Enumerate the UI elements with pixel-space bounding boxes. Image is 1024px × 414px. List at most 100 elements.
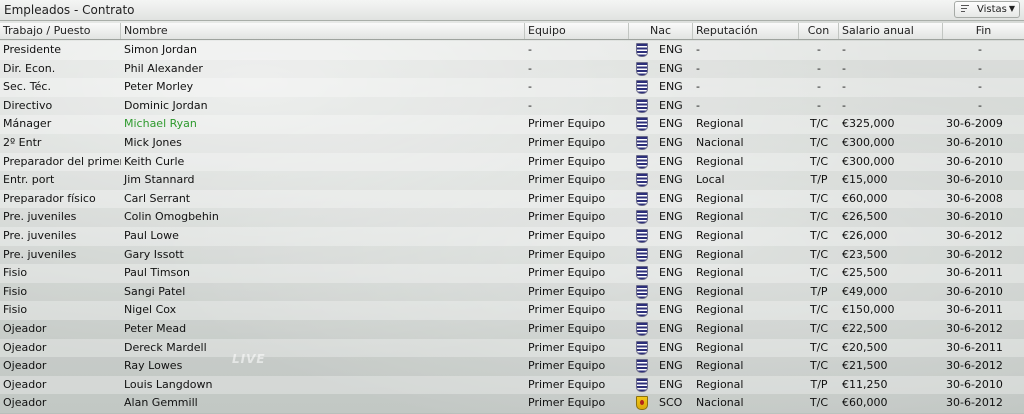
name-cell[interactable]: Simon Jordan bbox=[121, 41, 525, 60]
salary-cell: €25,500 bbox=[842, 266, 888, 280]
contract-end-cell: 30-6-2010 bbox=[946, 173, 1003, 187]
table-row[interactable]: 2º Entr Mick Jones Primer Equipo ENG Naciona… bbox=[0, 133, 1024, 153]
table-row[interactable]: Pre. juveniles Colin Omogbehin Primer Equi… bbox=[0, 208, 1024, 227]
table-row[interactable]: Ojeador Peter Mead Primer Equipo ENG Regiona… bbox=[0, 319, 1024, 339]
name-cell[interactable]: Louis Langdown bbox=[121, 376, 525, 395]
table-row[interactable]: Presidente Simon Jordan - ENG - - - - bbox=[0, 41, 1024, 60]
column-header-role[interactable]: Trabajo / Puesto bbox=[0, 23, 121, 39]
reputation-cell: Regional bbox=[696, 247, 744, 261]
team-cell: Primer Equipo bbox=[528, 284, 606, 298]
salary-cell: €300,000 bbox=[842, 135, 895, 149]
table-row[interactable]: Dir. Econ. Phil Alexander - ENG - - - - bbox=[0, 59, 1024, 79]
nationality-cell: ENG bbox=[659, 247, 683, 261]
team-cell: Primer Equipo bbox=[528, 266, 606, 280]
reputation-cell: - bbox=[696, 43, 700, 56]
contract-type-cell: T/P bbox=[810, 377, 828, 391]
table-row[interactable]: Fisio Paul Timson Primer Equipo ENG Regional… bbox=[0, 264, 1024, 283]
table-row[interactable]: Mánager Michael Ryan Primer Equipo ENG Regio… bbox=[0, 115, 1024, 134]
table-row[interactable]: Preparador físico Carl Serrant Primer Equi… bbox=[0, 189, 1024, 209]
contract-end-cell: 30-6-2011 bbox=[946, 303, 1003, 317]
nationality-cell: ENG bbox=[659, 98, 683, 112]
role-cell: Mánager bbox=[3, 117, 52, 131]
column-header-reputation[interactable]: Reputación bbox=[693, 23, 799, 39]
name-cell[interactable]: Nigel Cox bbox=[121, 301, 525, 320]
column-header-end[interactable]: Fin bbox=[943, 23, 1024, 39]
name-cell[interactable]: Phil Alexander bbox=[121, 60, 525, 79]
flag-cell bbox=[629, 357, 656, 376]
name-cell[interactable]: Michael Ryan bbox=[121, 115, 525, 134]
column-header-nationality[interactable]: Nac bbox=[629, 23, 693, 39]
contract-type-cell: T/C bbox=[809, 228, 829, 242]
name-cell[interactable]: Carl Serrant bbox=[121, 190, 525, 209]
salary-cell: €325,000 bbox=[842, 117, 895, 131]
reputation-cell: Regional bbox=[696, 266, 744, 280]
table-row[interactable]: Ojeador Alan Gemmill Primer Equipo SCO Nacio… bbox=[0, 394, 1024, 413]
name-cell[interactable]: Jim Stannard bbox=[121, 171, 525, 190]
table-row[interactable]: Fisio Sangi Patel Primer Equipo ENG Regional… bbox=[0, 282, 1024, 302]
name-cell[interactable]: Dominic Jordan bbox=[121, 97, 525, 116]
team-cell: - bbox=[528, 43, 532, 56]
column-header-salary[interactable]: Salario anual bbox=[839, 23, 943, 39]
flag-cell bbox=[629, 320, 656, 339]
contract-type-cell: - bbox=[817, 80, 821, 94]
role-cell: Sec. Téc. bbox=[3, 80, 51, 94]
name-cell[interactable]: Ray Lowes bbox=[121, 357, 525, 376]
role-cell: Preparador físico bbox=[3, 191, 96, 205]
table-row[interactable]: Ojeador Ray Lowes Primer Equipo ENG Regional… bbox=[0, 357, 1024, 376]
contract-end-cell: - bbox=[978, 61, 982, 75]
reputation-cell: Regional bbox=[696, 377, 744, 391]
name-cell[interactable]: Paul Timson bbox=[121, 264, 525, 283]
table-row[interactable]: Pre. juveniles Paul Lowe Primer Equipo ENG R… bbox=[0, 226, 1024, 246]
table-row[interactable]: Directivo Dominic Jordan - ENG - - - - bbox=[0, 96, 1024, 116]
contract-end-cell: 30-6-2008 bbox=[946, 191, 1003, 205]
reputation-cell: - bbox=[696, 61, 700, 75]
contract-end-cell: 30-6-2010 bbox=[946, 377, 1003, 391]
flag-cell bbox=[629, 115, 656, 134]
name-cell[interactable]: Gary Issott bbox=[121, 246, 525, 265]
name-cell[interactable]: Paul Lowe bbox=[121, 227, 525, 246]
name-cell[interactable]: Sangi Patel bbox=[121, 283, 525, 302]
table-row[interactable]: Sec. Téc. Peter Morley - ENG - - - - bbox=[0, 78, 1024, 97]
name-cell[interactable]: Keith Curle bbox=[121, 153, 525, 172]
name-cell[interactable]: Dereck Mardell bbox=[121, 339, 525, 358]
table-row[interactable]: Ojeador Dereck Mardell Primer Equipo ENG Reg… bbox=[0, 338, 1024, 358]
contract-type-cell: T/C bbox=[809, 321, 829, 335]
table-row[interactable]: Entr. port Jim Stannard Primer Equipo ENG Lo… bbox=[0, 171, 1024, 190]
staff-table-body: Presidente Simon Jordan - ENG - - - - Dir. Econ.… bbox=[0, 41, 1024, 413]
name-cell[interactable]: Colin Omogbehin bbox=[121, 208, 525, 227]
team-cell: Primer Equipo bbox=[528, 396, 606, 410]
contract-end-cell: - bbox=[978, 80, 982, 94]
table-row[interactable]: Pre. juveniles Gary Issott Primer Equipo EN… bbox=[0, 245, 1024, 265]
england-flag-icon bbox=[636, 135, 648, 150]
salary-cell: €26,500 bbox=[842, 210, 888, 224]
salary-cell: - bbox=[842, 43, 846, 56]
table-row[interactable]: Preparador del primer ...Keith CurlePrim… bbox=[0, 152, 1024, 172]
contract-type-cell: T/C bbox=[809, 135, 829, 149]
column-header-name[interactable]: Nombre bbox=[121, 23, 525, 39]
flag-cell bbox=[629, 339, 656, 358]
name-cell[interactable]: Peter Mead bbox=[121, 320, 525, 339]
views-label: Vistas bbox=[977, 4, 1007, 15]
nationality-cell: ENG bbox=[659, 377, 683, 391]
contract-end-cell: 30-6-2010 bbox=[946, 210, 1003, 224]
role-cell: Preparador del primer ... bbox=[3, 154, 121, 168]
role-cell: Ojeador bbox=[3, 340, 47, 354]
reputation-cell: Nacional bbox=[696, 135, 744, 149]
column-header-team[interactable]: Equipo bbox=[525, 23, 629, 39]
name-cell[interactable]: Mick Jones bbox=[121, 134, 525, 153]
views-dropdown-button[interactable]: Vistas ▼ bbox=[954, 1, 1020, 18]
reputation-cell: Regional bbox=[696, 210, 744, 224]
england-flag-icon bbox=[636, 321, 648, 336]
name-cell[interactable]: Alan Gemmill bbox=[121, 394, 525, 413]
table-row[interactable]: Ojeador Louis Langdown Primer Equipo ENG Reg… bbox=[0, 375, 1024, 395]
england-flag-icon bbox=[636, 173, 648, 188]
table-row[interactable]: Fisio Nigel Cox Primer Equipo ENG Regional T/… bbox=[0, 301, 1024, 320]
reputation-cell: - bbox=[696, 98, 700, 112]
name-cell[interactable]: Peter Morley bbox=[121, 78, 525, 97]
england-flag-icon bbox=[636, 340, 648, 355]
contract-type-cell: - bbox=[817, 61, 821, 75]
role-cell: Presidente bbox=[3, 43, 62, 56]
column-header-contract[interactable]: Con bbox=[799, 23, 839, 39]
salary-cell: €60,000 bbox=[842, 396, 888, 410]
reputation-cell: Regional bbox=[696, 340, 744, 354]
